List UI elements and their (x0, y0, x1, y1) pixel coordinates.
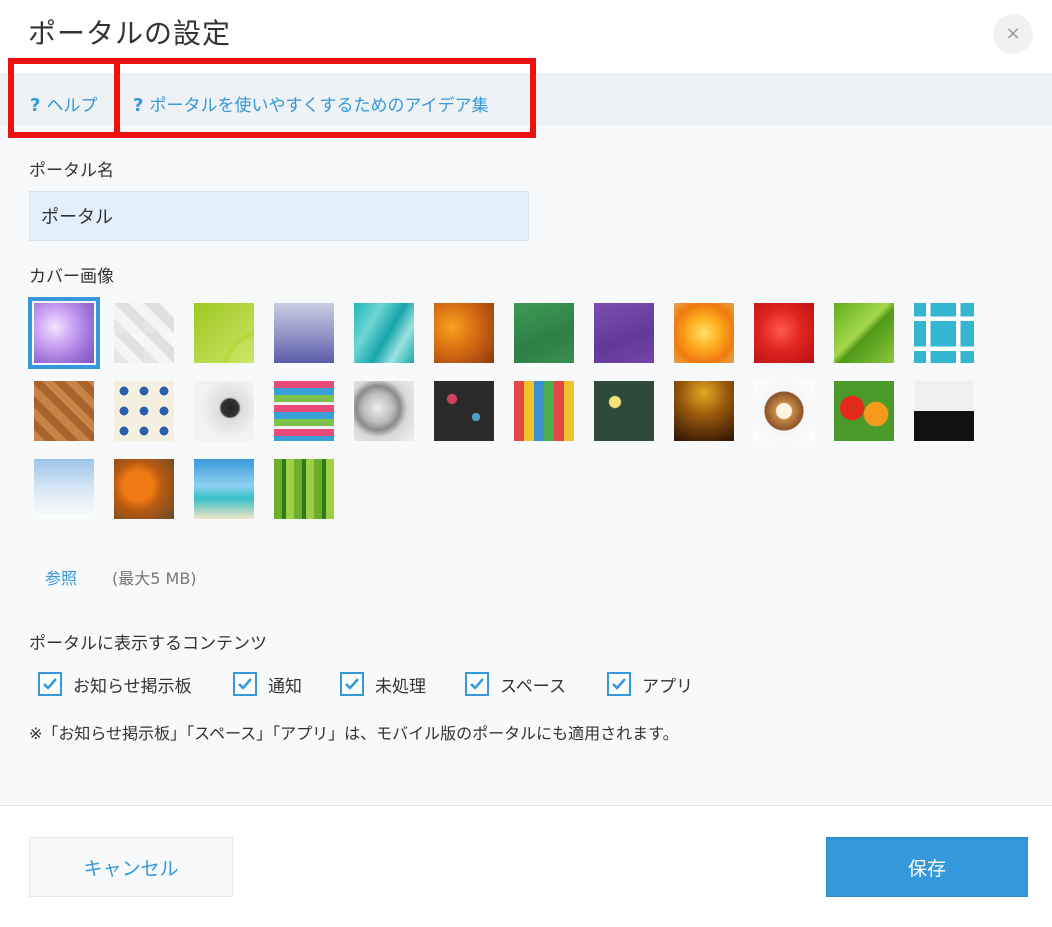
portal-name-input[interactable] (29, 191, 529, 241)
checkbox-apps[interactable]: アプリ (607, 670, 693, 698)
save-button[interactable]: 保存 (826, 837, 1028, 897)
browse-link[interactable]: 参照 (45, 565, 77, 589)
cancel-button[interactable]: キャンセル (29, 837, 233, 897)
checkbox-label: アプリ (642, 676, 693, 697)
portal-name-label: ポータル名 (29, 161, 114, 181)
help-bar: ? ヘルプ ? ポータルを使いやすくするためのアイデア集 (0, 74, 1052, 125)
cover-thumb-golden-bokeh[interactable] (674, 381, 734, 441)
checkbox-pending[interactable]: 未処理 (340, 670, 426, 698)
question-icon: ? (133, 95, 144, 116)
dialog-header: ポータルの設定 × (0, 0, 1052, 74)
checkbox-spaces[interactable]: スペース (465, 670, 566, 698)
cover-thumb-white-geometric[interactable] (114, 303, 174, 363)
contents-label: ポータルに表示するコンテンツ (29, 634, 267, 654)
cover-thumb-compass[interactable] (194, 381, 254, 441)
dialog-title: ポータルの設定 (28, 17, 232, 50)
close-icon: × (1005, 23, 1021, 44)
checkbox-checked-icon[interactable] (38, 672, 62, 696)
close-button[interactable]: × (993, 14, 1033, 54)
checkbox-checked-icon[interactable] (607, 672, 631, 696)
cover-thumb-light-bulbs[interactable] (594, 381, 654, 441)
cover-thumb-blue-blocks[interactable] (914, 303, 974, 363)
cover-thumb-purple-gradient[interactable] (274, 303, 334, 363)
mobile-note: ※「お知らせ掲示板」「スペース」「アプリ」は、モバイル版のポータルにも適用されま… (29, 724, 679, 743)
cover-thumb-cat[interactable] (914, 381, 974, 441)
checkbox-label: お知らせ掲示板 (73, 676, 192, 697)
checkbox-checked-icon[interactable] (233, 672, 257, 696)
checkbox-notifications[interactable]: 通知 (233, 670, 302, 698)
cover-thumb-green-leaf[interactable] (834, 303, 894, 363)
checkbox-notice-board[interactable]: お知らせ掲示板 (38, 670, 192, 698)
cover-thumb-chalk-questions[interactable] (434, 381, 494, 441)
cover-thumb-pumpkins[interactable] (114, 459, 174, 519)
cover-thumb-books[interactable] (274, 381, 334, 441)
checkbox-checked-icon[interactable] (340, 672, 364, 696)
cover-thumb-orange-grunge[interactable] (434, 303, 494, 363)
checkbox-label: スペース (500, 676, 566, 697)
ideas-link-label: ポータルを使いやすくするためのアイデア集 (149, 96, 489, 116)
cover-thumb-snowy-trees[interactable] (34, 459, 94, 519)
cover-thumb-gear[interactable] (354, 381, 414, 441)
cover-thumb-orange-lily[interactable] (674, 303, 734, 363)
cover-thumb-purple-paper[interactable] (594, 303, 654, 363)
checkbox-label: 通知 (268, 676, 302, 697)
question-icon: ? (30, 95, 41, 116)
cover-thumb-mosaic[interactable] (114, 381, 174, 441)
cover-thumb-beach[interactable] (194, 459, 254, 519)
help-link[interactable]: ? ヘルプ (30, 91, 97, 116)
checkbox-checked-icon[interactable] (465, 672, 489, 696)
cover-thumb-vegetables[interactable] (834, 381, 894, 441)
cover-thumb-pencils[interactable] (514, 381, 574, 441)
cover-thumb-green-curves[interactable] (194, 303, 254, 363)
cover-thumb-green-fabric[interactable] (514, 303, 574, 363)
cover-thumb-lilac[interactable] (28, 297, 100, 369)
checkbox-label: 未処理 (375, 676, 426, 697)
ideas-link[interactable]: ? ポータルを使いやすくするためのアイデア集 (133, 91, 489, 116)
help-link-label: ヘルプ (46, 96, 98, 116)
cover-image-label: カバー画像 (29, 267, 114, 287)
cover-thumb-latte[interactable] (754, 381, 814, 441)
cover-thumb-bamboo[interactable] (274, 459, 334, 519)
max-size-text: (最大5 MB) (112, 569, 197, 588)
cover-thumb-wood[interactable] (34, 381, 94, 441)
cover-thumb-turquoise[interactable] (354, 303, 414, 363)
cover-thumb-red-carnation[interactable] (754, 303, 814, 363)
